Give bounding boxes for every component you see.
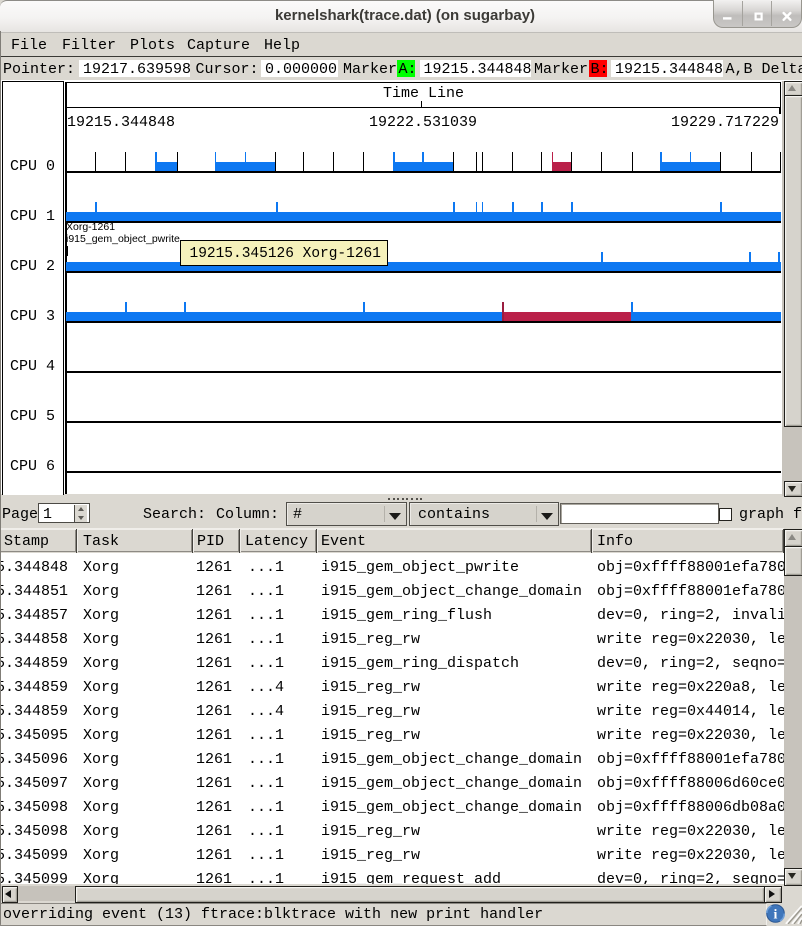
svg-text:i: i [774, 908, 778, 923]
